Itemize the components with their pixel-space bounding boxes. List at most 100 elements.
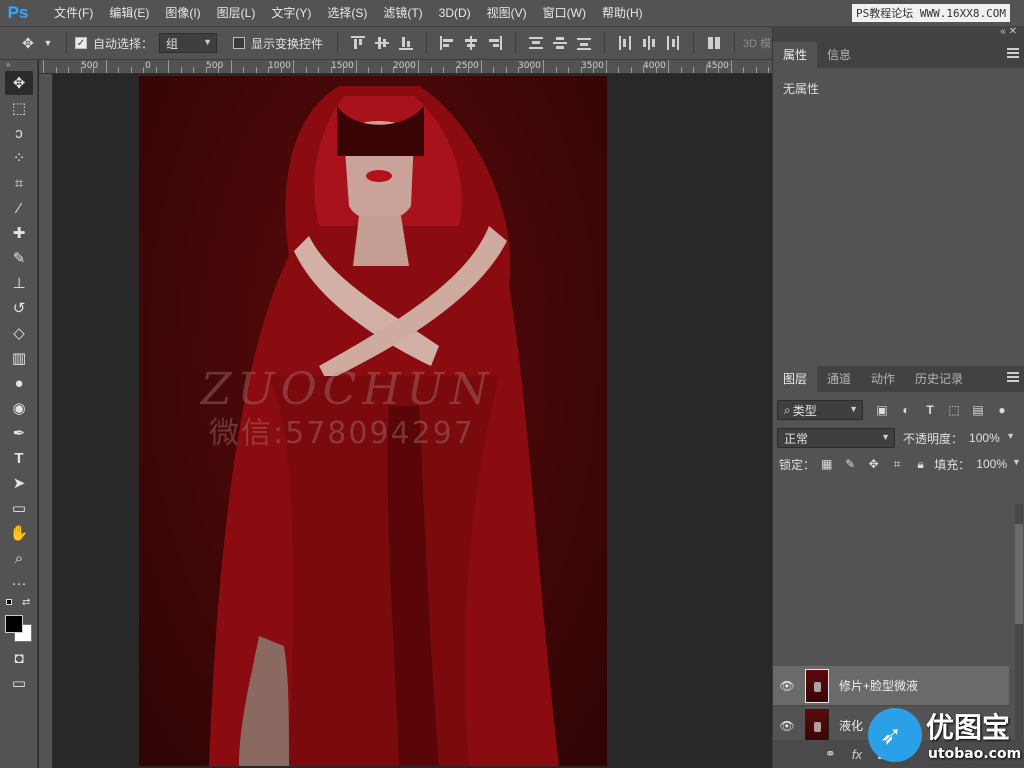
panel-menu-icon[interactable] <box>1007 48 1019 60</box>
distribute-left-icon[interactable] <box>618 36 632 50</box>
pixel-layer-filter-icon[interactable]: ▣ <box>873 401 891 419</box>
layer-name[interactable]: 液化 <box>839 717 863 734</box>
menu-filter[interactable]: 滤镜(T) <box>375 0 430 26</box>
lasso-tool-icon[interactable]: ↄ <box>5 121 33 145</box>
panel-collapse-bar[interactable]: « ✕ <box>773 26 1024 42</box>
pen-tool-icon[interactable]: ✒ <box>5 421 33 445</box>
hand-tool-icon[interactable]: ✋ <box>5 521 33 545</box>
distribute-top-icon[interactable] <box>529 36 544 50</box>
document-area: 500 0 500 1000 1500 2000 2500 3000 3500 … <box>39 60 772 768</box>
eye-icon[interactable]: 👁︎ <box>773 679 801 693</box>
align-horizontal-center-icon[interactable] <box>464 36 478 50</box>
link-layers-icon[interactable]: ⚭ <box>825 746 836 762</box>
layer-row[interactable]: 👁︎ 修片+脸型微液 <box>773 666 1009 706</box>
align-top-icon[interactable] <box>351 36 366 50</box>
fill-input[interactable]: 100% ▼ <box>970 454 1024 474</box>
tab-layers[interactable]: 图层 <box>773 366 818 392</box>
tab-history[interactable]: 历史记录 <box>905 366 973 392</box>
menu-select[interactable]: 选择(S) <box>319 0 375 26</box>
default-colors-icon[interactable]: ⇄ <box>4 597 33 613</box>
layer-filter-dropdown[interactable]: ⌕ 类型 ▼ <box>777 400 863 420</box>
foreground-color-swatch[interactable] <box>5 615 23 633</box>
smart-object-filter-icon[interactable]: ▤ <box>969 401 987 419</box>
panel-menu-icon[interactable] <box>1007 372 1019 384</box>
distribute-bottom-icon[interactable] <box>577 36 592 50</box>
filter-toggle-icon[interactable]: ● <box>993 401 1011 419</box>
path-selection-tool-icon[interactable]: ➤ <box>5 471 33 495</box>
menu-3d[interactable]: 3D(D) <box>431 0 479 26</box>
distribute-vertical-center-icon[interactable] <box>553 36 568 50</box>
align-bottom-icon[interactable] <box>399 36 414 50</box>
tab-actions[interactable]: 动作 <box>861 366 905 392</box>
auto-select-dropdown[interactable]: 组 ▼ <box>159 33 218 53</box>
brush-tool-icon[interactable]: ✎ <box>5 246 33 270</box>
menu-window[interactable]: 窗口(W) <box>535 0 594 26</box>
tab-properties[interactable]: 属性 <box>773 42 818 68</box>
eyedropper-tool-icon[interactable]: ⁄ <box>5 196 33 220</box>
move-tool-icon[interactable]: ✥ <box>5 71 33 95</box>
distribute-horizontal-center-icon[interactable] <box>642 36 656 50</box>
screen-mode-icon[interactable]: ▭ <box>5 671 33 695</box>
layer-thumbnail[interactable] <box>805 668 829 703</box>
menu-file[interactable]: 文件(F) <box>46 0 101 26</box>
history-brush-tool-icon[interactable]: ↺ <box>5 296 33 320</box>
blur-tool-icon[interactable]: ● <box>5 371 33 395</box>
show-transform-checkbox[interactable] <box>233 37 246 49</box>
eye-icon[interactable]: 👁︎ <box>773 719 801 733</box>
tab-channels[interactable]: 通道 <box>817 366 861 392</box>
dodge-tool-icon[interactable]: ◉ <box>5 396 33 420</box>
marquee-tool-icon[interactable]: ⬚ <box>5 96 33 120</box>
gradient-tool-icon[interactable]: ▥ <box>5 346 33 370</box>
lock-transparent-icon[interactable]: ▦ <box>818 455 835 473</box>
lock-image-icon[interactable]: ✎ <box>841 455 858 473</box>
quick-mask-icon[interactable]: ◘ <box>5 646 33 670</box>
opacity-input[interactable]: 100% ▼ <box>963 428 1019 448</box>
clone-stamp-tool-icon[interactable]: ⊥ <box>5 271 33 295</box>
distribute-right-icon[interactable] <box>666 36 680 50</box>
quick-selection-tool-icon[interactable]: ⁘ <box>5 146 33 170</box>
type-layer-filter-icon[interactable]: T <box>921 401 939 419</box>
scrollbar-thumb[interactable] <box>1015 524 1023 624</box>
lock-artboard-icon[interactable]: ⌗ <box>888 455 905 473</box>
auto-align-layers-icon[interactable] <box>707 36 721 50</box>
layer-thumbnail[interactable] <box>805 708 829 743</box>
adjustment-layer-filter-icon[interactable]: ◐ <box>897 401 915 419</box>
align-vertical-center-icon[interactable] <box>375 36 390 50</box>
move-tool-icon[interactable]: ✥ <box>18 33 38 53</box>
canvas-viewport[interactable]: ZUOCHUN 微信:578094297 <box>53 74 772 768</box>
zoom-tool-icon[interactable]: ⌕ <box>5 546 33 570</box>
tool-preset-dropdown-icon[interactable]: ▼ <box>38 33 58 53</box>
healing-brush-tool-icon[interactable]: ✚ <box>5 221 33 245</box>
lock-all-icon[interactable]: 🔒︎ <box>912 455 929 473</box>
ruler-tick <box>43 60 44 73</box>
menu-edit[interactable]: 编辑(E) <box>101 0 157 26</box>
ruler-tick <box>318 67 319 73</box>
type-tool-icon[interactable]: T <box>5 446 33 470</box>
auto-select-checkbox[interactable]: ✓ <box>75 37 87 49</box>
crop-tool-icon[interactable]: ⌗ <box>5 171 33 195</box>
align-left-icon[interactable] <box>440 36 454 50</box>
blend-mode-value: 正常 <box>784 431 809 446</box>
menu-help[interactable]: 帮助(H) <box>594 0 651 26</box>
lock-position-icon[interactable]: ✥ <box>865 455 882 473</box>
tab-info[interactable]: 信息 <box>817 42 861 68</box>
menu-view[interactable]: 视图(V) <box>479 0 535 26</box>
layer-name[interactable]: 修片+脸型微液 <box>839 677 918 694</box>
layer-style-button[interactable]: fx <box>852 747 862 762</box>
menu-type[interactable]: 文字(Y) <box>263 0 319 26</box>
align-right-icon[interactable] <box>488 36 503 50</box>
blend-mode-dropdown[interactable]: 正常 ▼ <box>777 428 895 448</box>
document-photo[interactable]: ZUOCHUN 微信:578094297 <box>139 76 607 766</box>
menu-layer[interactable]: 图层(L) <box>209 0 264 26</box>
color-swatches[interactable] <box>5 615 32 645</box>
ruler-tick <box>443 67 444 73</box>
3d-mode-label[interactable]: 3D 模 <box>743 35 771 51</box>
menu-image[interactable]: 图像(I) <box>157 0 208 26</box>
toolbar-collapse-icon[interactable]: » <box>0 60 37 70</box>
rectangle-tool-icon[interactable]: ▭ <box>5 496 33 520</box>
collapse-icon[interactable]: « ✕ <box>1000 26 1017 37</box>
ruler-tick <box>630 67 632 73</box>
shape-layer-filter-icon[interactable]: ⬚ <box>945 401 963 419</box>
more-tools-icon[interactable]: ··· <box>5 571 33 595</box>
eraser-tool-icon[interactable]: ◇ <box>5 321 33 345</box>
